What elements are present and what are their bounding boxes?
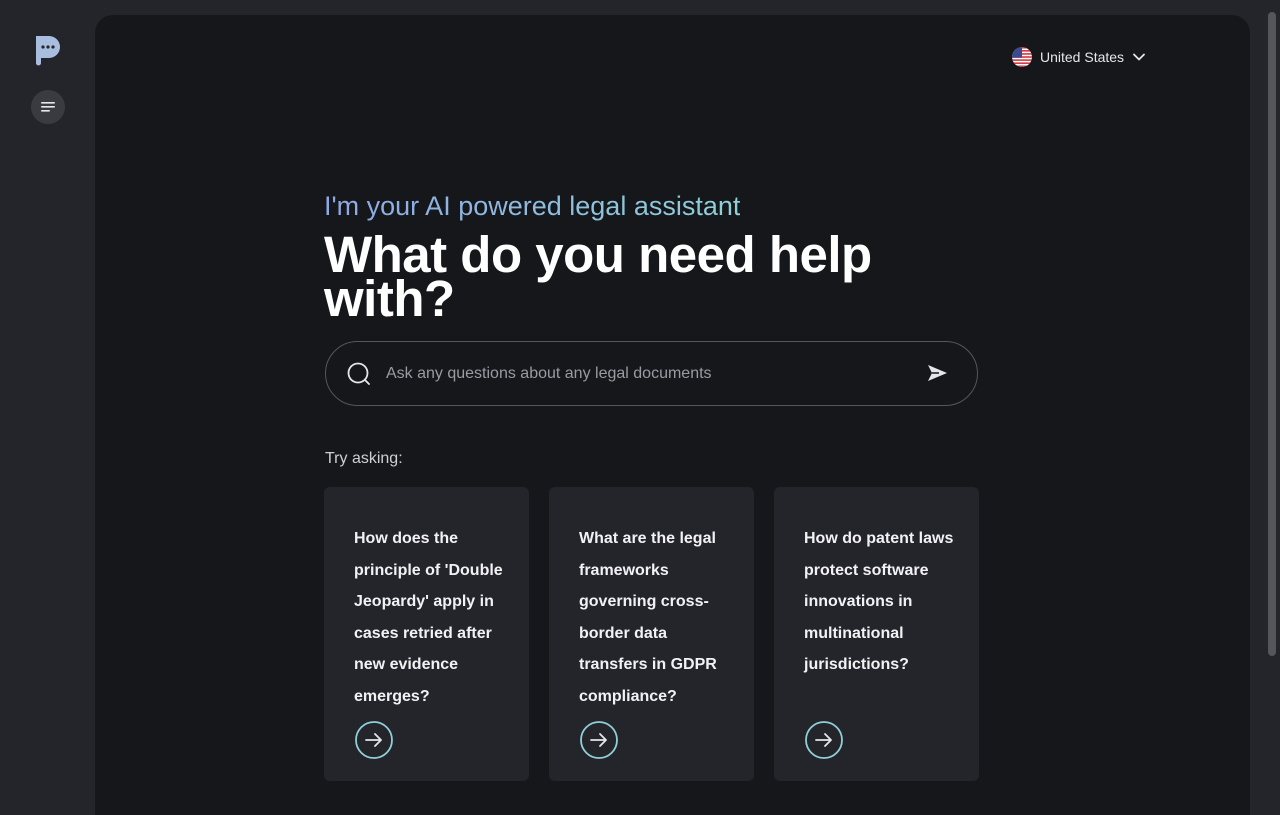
suggestion-text: How does the principle of 'Double Jeopar… [354,530,503,705]
scrollbar[interactable] [1268,12,1276,656]
suggestion-card-3[interactable]: How do patent laws protect software inno… [774,487,979,781]
chevron-down-icon [1133,53,1145,61]
main-panel: United States I'm your AI powered legal … [95,15,1250,815]
arrow-right-icon[interactable] [804,720,844,760]
suggestions-label: Try asking: [325,450,403,467]
country-selector[interactable]: United States [1012,45,1145,69]
arrow-right-icon[interactable] [354,720,394,760]
tagline: I'm your AI powered legal assistant [324,191,741,221]
menu-lines-icon [41,102,55,112]
us-flag-icon [1012,47,1032,67]
chat-bubble-logo-icon[interactable] [33,34,61,66]
suggestion-card-1[interactable]: How does the principle of 'Double Jeopar… [324,487,529,781]
suggestion-card-2[interactable]: What are the legal frameworks governing … [549,487,754,781]
sidebar [0,0,95,800]
send-button[interactable] [924,360,952,388]
search-bar [325,341,978,406]
country-label: United States [1040,49,1125,65]
suggestion-text: What are the legal frameworks governing … [579,530,717,705]
page-title: What do you need help with? [324,226,872,327]
arrow-right-icon[interactable] [579,720,619,760]
search-icon [347,362,370,385]
menu-button[interactable] [31,90,65,124]
search-input[interactable] [386,358,906,390]
suggestion-text: How do patent laws protect software inno… [804,530,954,674]
send-icon [928,365,947,381]
